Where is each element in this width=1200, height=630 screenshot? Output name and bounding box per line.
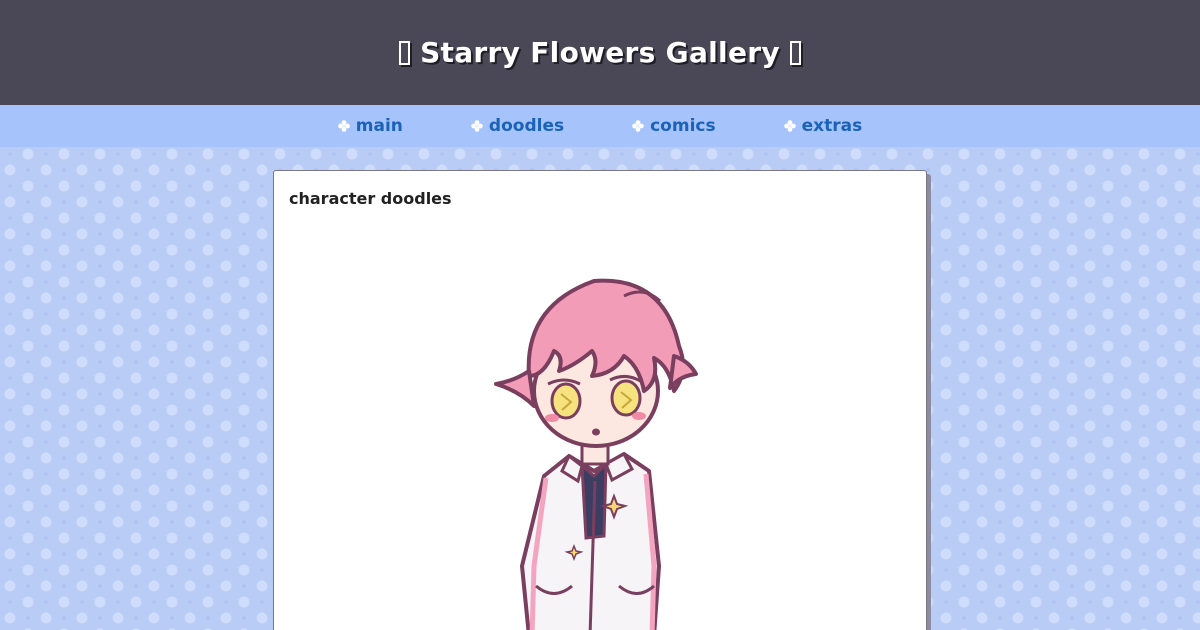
nav-item-doodles[interactable]: doodles <box>471 116 564 136</box>
flower-icon <box>783 120 796 132</box>
content-card: character doodles <box>273 170 927 630</box>
nav-item-comics[interactable]: comics <box>632 116 716 136</box>
nav-item-label: extras <box>801 116 863 136</box>
site-title: Starry Flowers Gallery <box>399 36 801 69</box>
flower-icon <box>337 120 350 132</box>
character-doodle-image <box>494 278 698 630</box>
nav-item-extras[interactable]: extras <box>783 116 863 136</box>
section-heading: character doodles <box>289 189 452 208</box>
glyph-left-icon <box>399 40 411 65</box>
site-title-text: Starry Flowers Gallery <box>420 36 780 69</box>
glyph-right-icon <box>789 40 801 65</box>
flower-icon <box>632 120 644 132</box>
nav-item-label: comics <box>650 116 716 136</box>
site-header: Starry Flowers Gallery <box>0 0 1200 105</box>
nav-item-main[interactable]: main <box>337 116 403 136</box>
nav-item-label: doodles <box>488 116 565 136</box>
flower-icon <box>471 120 483 132</box>
main-nav: main doodles comics extras <box>0 105 1200 147</box>
nav-item-label: main <box>355 116 403 136</box>
